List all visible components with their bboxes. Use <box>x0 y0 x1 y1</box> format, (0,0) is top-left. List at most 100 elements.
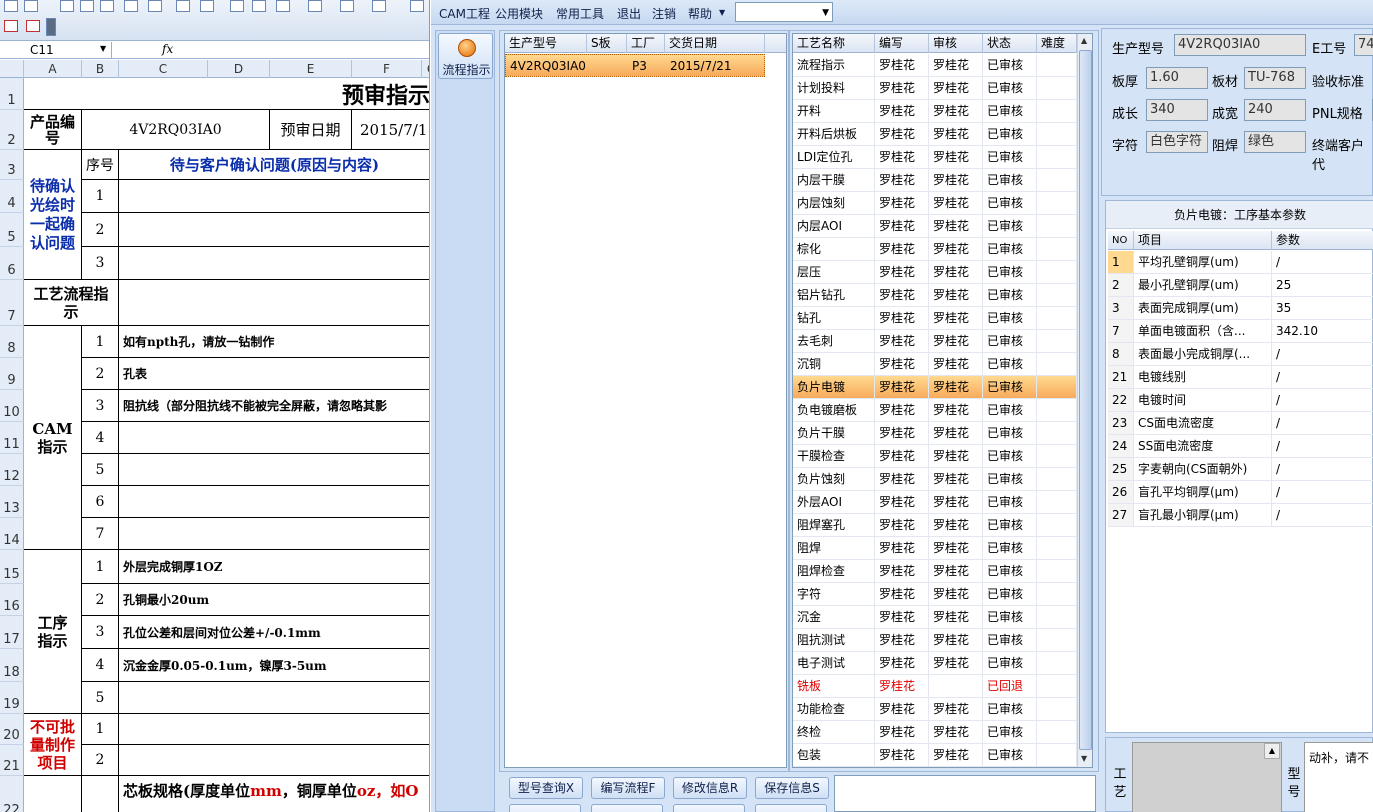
column-header[interactable]: 工厂 <box>627 34 665 53</box>
process-cell[interactable]: 开料后烘板 <box>793 123 875 146</box>
proc-item[interactable] <box>119 682 429 714</box>
action-button[interactable]: 型号查询X <box>509 777 583 799</box>
param-cell[interactable]: 23 <box>1108 412 1134 435</box>
process-row[interactable]: 包装 罗桂花 罗桂花 已审核 <box>793 744 1077 767</box>
prod-model-field[interactable]: 4V2RQ03IA0 <box>1174 34 1306 56</box>
process-row[interactable]: 终检 罗桂花 罗桂花 已审核 <box>793 721 1077 744</box>
process-row[interactable]: 负电镀磨板 罗桂花 罗桂花 已审核 <box>793 399 1077 422</box>
process-row[interactable]: 铣板 罗桂花 已回退 <box>793 675 1077 698</box>
process-cell[interactable]: 罗桂花 <box>929 491 983 514</box>
row-header[interactable]: 1 <box>0 78 24 110</box>
param-cell[interactable]: 24 <box>1108 435 1134 458</box>
process-cell[interactable] <box>1037 146 1077 169</box>
process-cell[interactable]: 罗桂花 <box>929 284 983 307</box>
process-cell[interactable]: 终检 <box>793 721 875 744</box>
param-cell[interactable]: SS面电流密度 <box>1134 435 1272 458</box>
product-no-value[interactable]: 4V2RQ03IA0 <box>82 110 270 150</box>
process-cell[interactable]: 罗桂花 <box>875 468 929 491</box>
process-cell[interactable]: 罗桂花 <box>929 583 983 606</box>
toolbar-icon[interactable] <box>24 0 38 12</box>
process-cell[interactable]: 罗桂花 <box>875 675 929 698</box>
param-cell[interactable]: 21 <box>1108 366 1134 389</box>
process-cell[interactable]: 已审核 <box>983 307 1037 330</box>
param-cell[interactable]: 26 <box>1108 481 1134 504</box>
param-cell[interactable]: 电镀线别 <box>1134 366 1272 389</box>
process-cell[interactable]: 已审核 <box>983 445 1037 468</box>
column-header[interactable]: E <box>270 60 352 78</box>
column-header[interactable]: B <box>82 60 119 78</box>
row-header[interactable]: 14 <box>0 518 24 550</box>
process-cell[interactable]: 罗桂花 <box>929 238 983 261</box>
row-header[interactable]: 12 <box>0 454 24 486</box>
row-header[interactable]: 22 <box>0 776 24 812</box>
process-cell[interactable] <box>1037 376 1077 399</box>
param-cell[interactable]: / <box>1272 389 1373 412</box>
process-cell[interactable] <box>1037 123 1077 146</box>
process-cell[interactable]: 已审核 <box>983 146 1037 169</box>
scrollbar[interactable]: ▲ ▼ <box>1077 34 1092 767</box>
cam-item[interactable]: 孔表 <box>119 358 429 390</box>
process-cell[interactable]: 已审核 <box>983 491 1037 514</box>
process-cell[interactable]: 已审核 <box>983 54 1037 77</box>
column-header[interactable]: 生产型号 <box>505 34 587 53</box>
row-header[interactable]: 11 <box>0 422 24 454</box>
process-cell[interactable]: 罗桂花 <box>875 606 929 629</box>
process-cell[interactable] <box>1037 744 1077 767</box>
process-cell[interactable]: 内层干膜 <box>793 169 875 192</box>
model-cell[interactable]: P3 <box>628 55 666 78</box>
process-row[interactable]: 阻抗测试 罗桂花 罗桂花 已审核 <box>793 629 1077 652</box>
param-cell[interactable]: / <box>1272 435 1373 458</box>
param-cell[interactable]: 7 <box>1108 320 1134 343</box>
e-no-field[interactable]: 74 <box>1354 34 1373 56</box>
process-cell[interactable] <box>1037 261 1077 284</box>
process-cell[interactable]: 罗桂花 <box>875 330 929 353</box>
column-header[interactable]: 编写 <box>875 34 929 53</box>
process-cell[interactable]: 阻焊塞孔 <box>793 514 875 537</box>
param-cell[interactable]: 3 <box>1108 297 1134 320</box>
scroll-up-icon[interactable]: ▲ <box>1081 36 1087 45</box>
cam-item[interactable] <box>119 454 429 486</box>
process-cell[interactable]: 已审核 <box>983 652 1037 675</box>
process-cell[interactable]: 去毛刺 <box>793 330 875 353</box>
process-cell[interactable]: 罗桂花 <box>875 744 929 767</box>
process-cell[interactable]: 已审核 <box>983 721 1037 744</box>
row-header[interactable]: 10 <box>0 390 24 422</box>
process-cell[interactable]: 已审核 <box>983 422 1037 445</box>
process-cell[interactable]: 罗桂花 <box>929 468 983 491</box>
extra-button[interactable] <box>755 804 827 812</box>
model-cell[interactable] <box>588 55 628 78</box>
param-cell[interactable]: 字麦朝向(CS面朝外) <box>1134 458 1272 481</box>
process-cell[interactable]: 阻焊检查 <box>793 560 875 583</box>
param-cell[interactable]: / <box>1272 458 1373 481</box>
process-cell[interactable]: 罗桂花 <box>929 514 983 537</box>
process-cell[interactable]: 已审核 <box>983 261 1037 284</box>
param-cell[interactable]: 8 <box>1108 343 1134 366</box>
process-cell[interactable]: 罗桂花 <box>929 376 983 399</box>
menu-cam[interactable]: CAM工程 <box>439 5 490 22</box>
process-row[interactable]: 开料后烘板 罗桂花 罗桂花 已审核 <box>793 123 1077 146</box>
process-row[interactable]: 阻焊塞孔 罗桂花 罗桂花 已审核 <box>793 514 1077 537</box>
process-cell[interactable]: 罗桂花 <box>875 353 929 376</box>
column-header[interactable]: S板 <box>587 34 627 53</box>
process-cell[interactable] <box>929 675 983 698</box>
process-cell[interactable]: 罗桂花 <box>929 307 983 330</box>
process-cell[interactable] <box>1037 675 1077 698</box>
process-cell[interactable]: 罗桂花 <box>875 284 929 307</box>
process-cell[interactable]: 铝片钻孔 <box>793 284 875 307</box>
param-cell[interactable]: 单面电镀面积（含... <box>1134 320 1272 343</box>
review-date-value[interactable]: 2015/7/1 <box>352 110 429 150</box>
param-cell[interactable]: 25 <box>1108 458 1134 481</box>
toolbar-icon[interactable] <box>148 0 162 12</box>
process-cell[interactable]: 已审核 <box>983 284 1037 307</box>
char-field[interactable]: 白色字符 <box>1146 131 1208 153</box>
cam-item[interactable] <box>119 422 429 454</box>
param-cell[interactable]: 表面完成铜厚(um) <box>1134 297 1272 320</box>
row-header[interactable]: 21 <box>0 745 24 776</box>
process-cell[interactable]: 已审核 <box>983 514 1037 537</box>
process-row[interactable]: 钻孔 罗桂花 罗桂花 已审核 <box>793 307 1077 330</box>
menu-exit[interactable]: 退出 <box>617 5 641 22</box>
process-cell[interactable]: 外层AOI <box>793 491 875 514</box>
process-cell[interactable]: 已审核 <box>983 238 1037 261</box>
process-cell[interactable]: 罗桂花 <box>875 54 929 77</box>
action-button[interactable]: 编写流程F <box>591 777 665 799</box>
